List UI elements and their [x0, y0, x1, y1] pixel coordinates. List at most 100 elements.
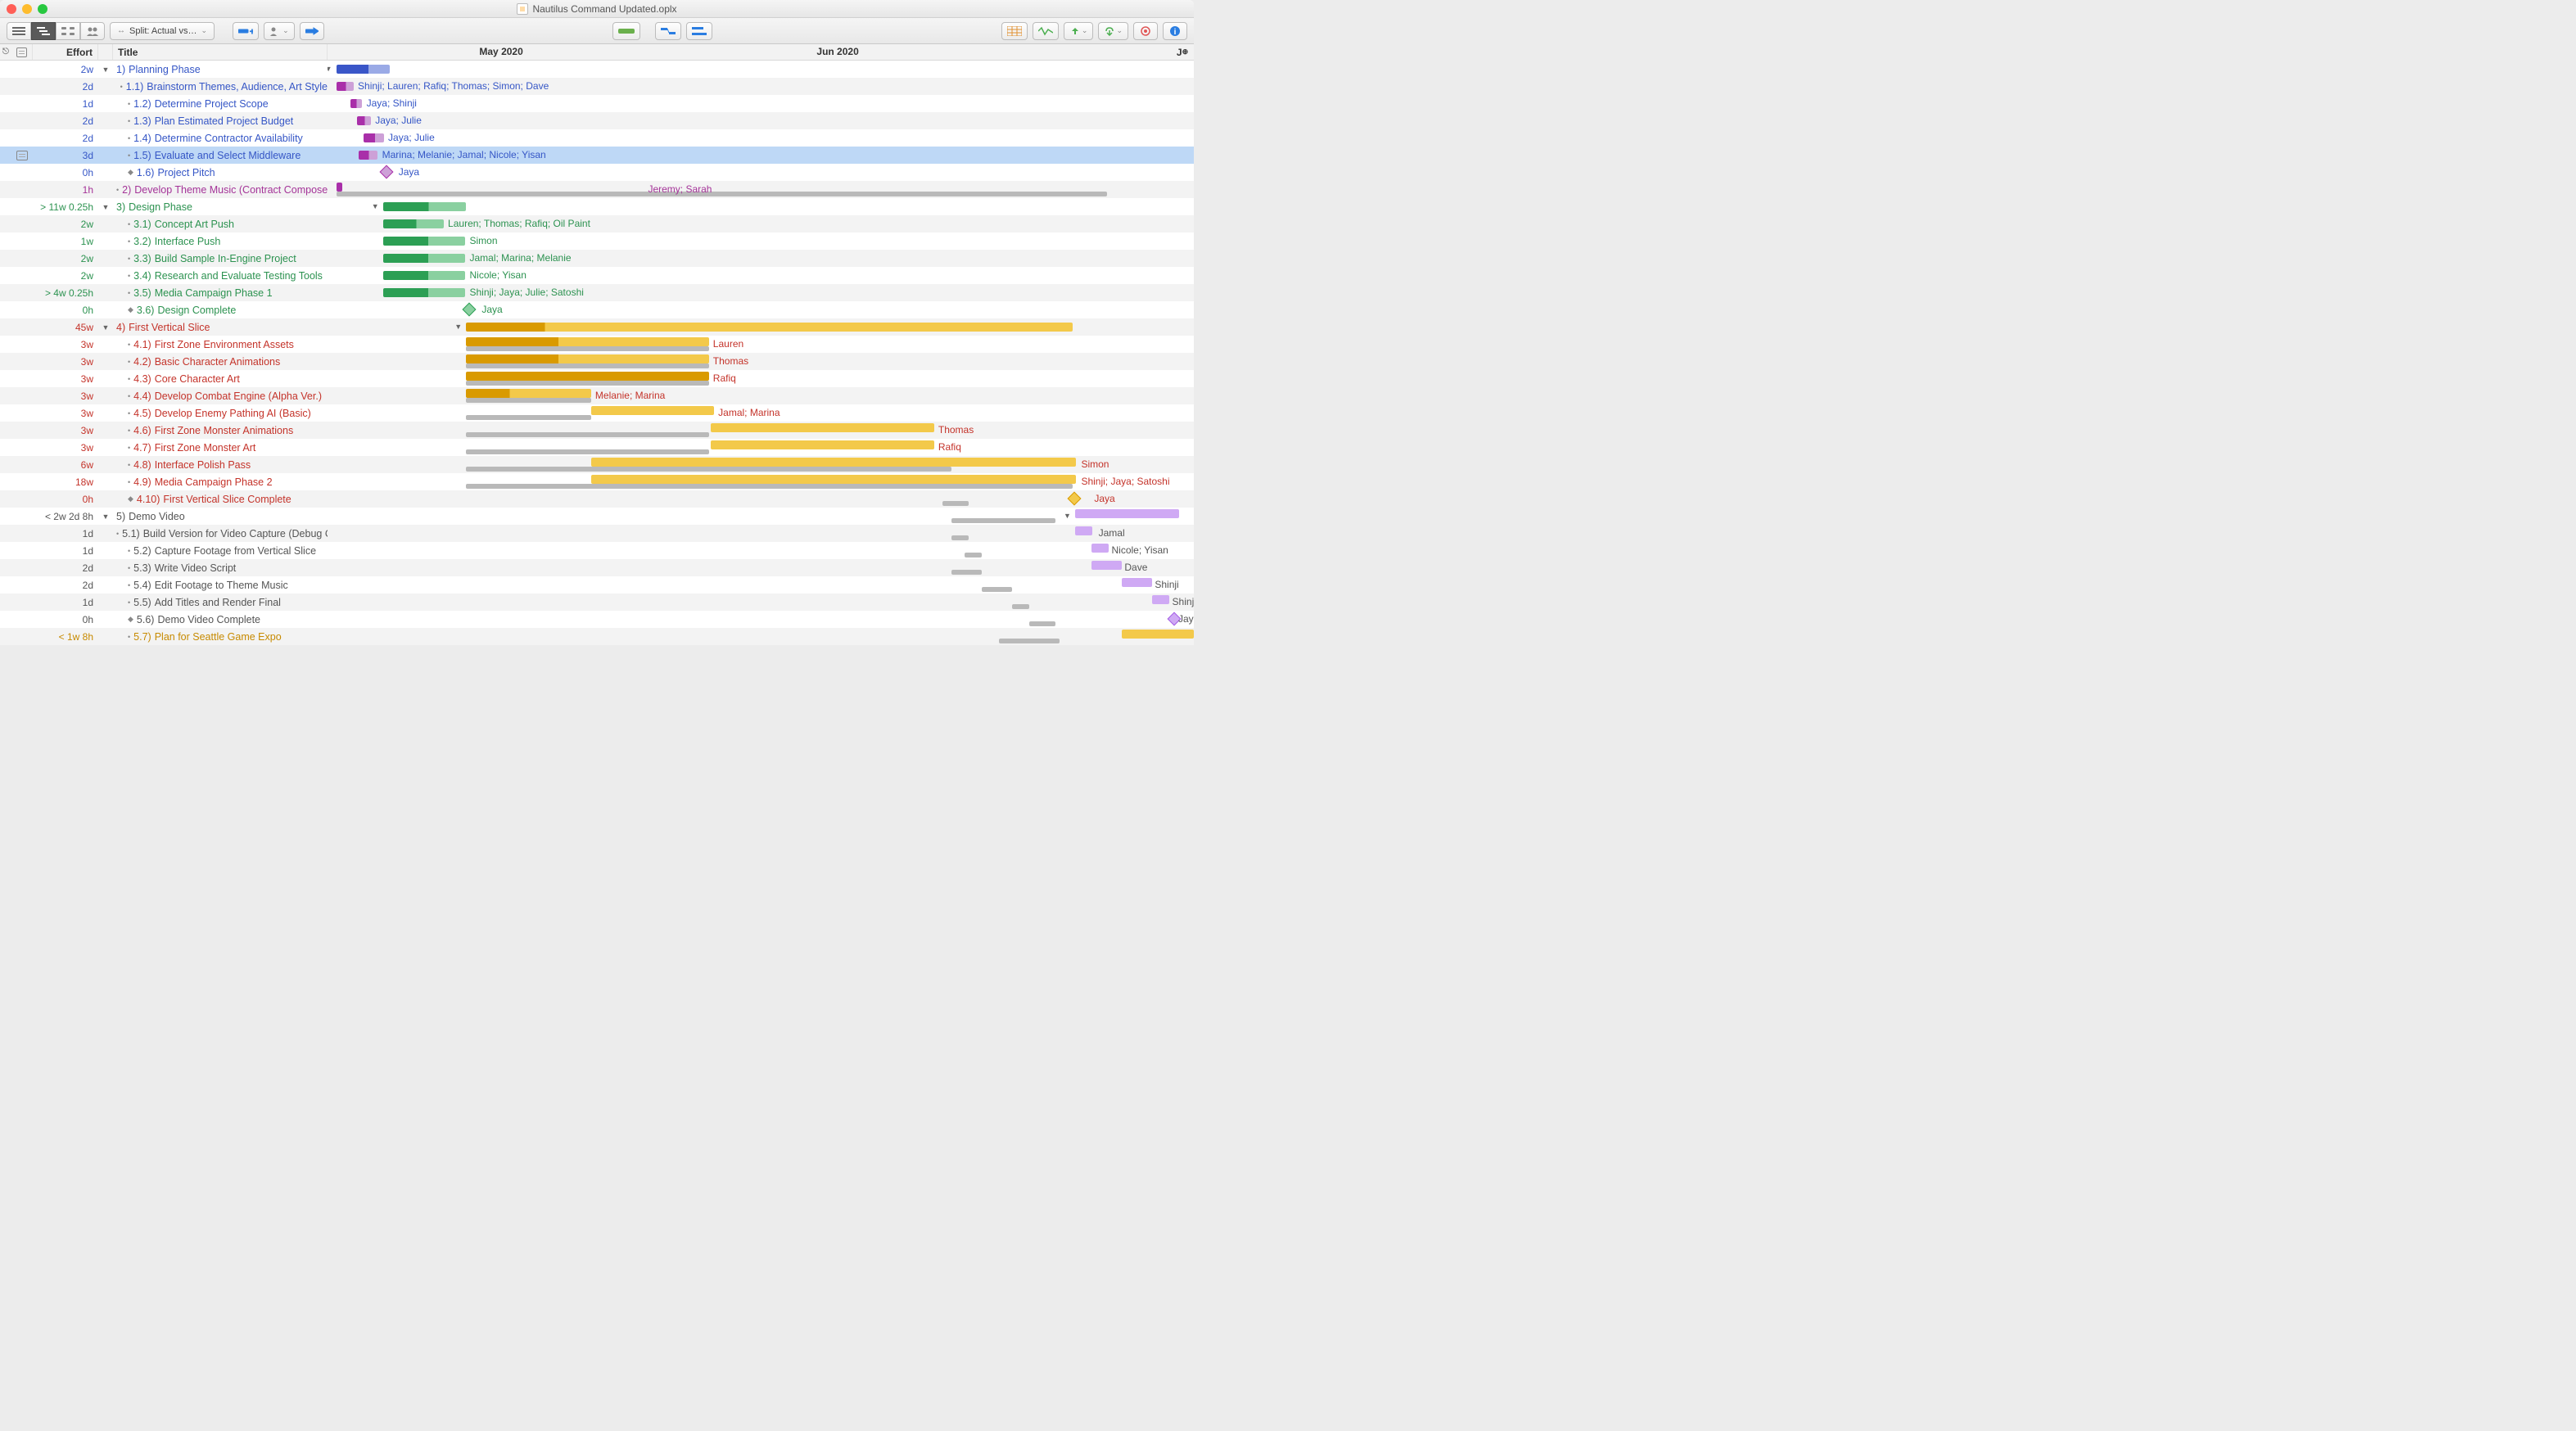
gantt-cell[interactable]: ▼	[328, 198, 1194, 215]
task-row[interactable]: 1h•2)Develop Theme Music (Contract Compo…	[0, 181, 1194, 198]
split-mode-button[interactable]: ↔ Split: Actual vs… ⌄	[110, 22, 215, 40]
add-resource-button[interactable]: ⌄	[264, 22, 295, 40]
group-row[interactable]: 2w▼1)Planning Phase▼	[0, 61, 1194, 78]
task-row[interactable]: 6w•4.8)Interface Polish PassSimon	[0, 456, 1194, 473]
gantt-disclosure-triangle[interactable]: ▼	[1064, 512, 1071, 520]
task-row[interactable]: 3w•4.5)Develop Enemy Pathing AI (Basic)J…	[0, 404, 1194, 422]
gantt-bar[interactable]	[383, 202, 467, 211]
gantt-cell[interactable]: Rafiq	[328, 370, 1194, 387]
note-icon[interactable]	[16, 151, 28, 160]
gantt-bar[interactable]	[1122, 578, 1152, 587]
gantt-cell[interactable]: Jeremy; Sarah	[328, 181, 1194, 198]
gantt-bar[interactable]	[364, 133, 383, 142]
effort-column-header[interactable]: Effort	[33, 44, 98, 60]
milestone-marker[interactable]	[1067, 492, 1081, 506]
gantt-bar[interactable]	[1122, 630, 1194, 639]
catchup-button[interactable]	[612, 22, 640, 40]
gantt-cell[interactable]: Simon	[328, 232, 1194, 250]
gantt-cell[interactable]: Jaya; Julie	[328, 112, 1194, 129]
gantt-bar[interactable]	[591, 406, 714, 415]
gantt-bar[interactable]	[591, 458, 1076, 467]
gantt-disclosure-triangle[interactable]: ▼	[328, 65, 332, 73]
gantt-cell[interactable]: Jaya	[328, 164, 1194, 181]
gantt-cell[interactable]: Jaya; Julie	[328, 129, 1194, 147]
gantt-bar[interactable]	[383, 219, 444, 228]
gantt-bar[interactable]	[466, 323, 1073, 332]
gantt-bar[interactable]	[466, 354, 708, 363]
gantt-cell[interactable]: Shinji	[328, 594, 1194, 611]
gantt-cell[interactable]: Nicole; Yisan	[328, 267, 1194, 284]
gantt-cell[interactable]: Dave	[328, 559, 1194, 576]
task-row[interactable]: 3w•4.6)First Zone Monster AnimationsThom…	[0, 422, 1194, 439]
gantt-disclosure-triangle[interactable]: ▼	[454, 323, 462, 331]
minimize-icon[interactable]	[22, 4, 32, 14]
view-list-button[interactable]	[7, 22, 31, 40]
gantt-bar[interactable]	[359, 151, 377, 160]
task-row[interactable]: 0h◆3.6)Design CompleteJaya	[0, 301, 1194, 318]
gantt-bar[interactable]	[711, 423, 934, 432]
task-row[interactable]: 3w•4.4)Develop Combat Engine (Alpha Ver.…	[0, 387, 1194, 404]
view-network-button[interactable]	[56, 22, 80, 40]
zoom-button[interactable]: J⊕	[1171, 44, 1194, 60]
gantt-cell[interactable]: Jaya	[328, 611, 1194, 628]
gantt-cell[interactable]: ▼	[328, 508, 1194, 525]
gantt-bar[interactable]	[1091, 561, 1122, 570]
gantt-bar[interactable]	[350, 99, 363, 108]
simulations-button[interactable]	[1033, 22, 1059, 40]
sync-down-button[interactable]: ⌄	[1098, 22, 1128, 40]
task-row[interactable]: 3w•4.3)Core Character ArtRafiq	[0, 370, 1194, 387]
gantt-bar[interactable]	[711, 440, 934, 449]
gantt-cell[interactable]: ▼	[328, 61, 1194, 78]
task-row[interactable]: > 4w 0.25h•3.5)Media Campaign Phase 1Shi…	[0, 284, 1194, 301]
gantt-cell[interactable]: Lauren; Thomas; Rafiq; Oil Paint	[328, 215, 1194, 232]
disclosure-triangle[interactable]: ▼	[98, 198, 113, 215]
gantt-bar[interactable]	[1152, 595, 1169, 604]
critical-path-button[interactable]	[1133, 22, 1158, 40]
gantt-cell[interactable]: Rafiq	[328, 439, 1194, 456]
gantt-cell[interactable]: Shinji; Lauren; Rafiq; Thomas; Simon; Da…	[328, 78, 1194, 95]
view-resources-button[interactable]	[80, 22, 105, 40]
gantt-cell[interactable]: Jaya; Shinji	[328, 95, 1194, 112]
gantt-bar[interactable]	[337, 183, 342, 192]
gantt-cell[interactable]: Shinji; Jaya; Satoshi	[328, 473, 1194, 490]
gantt-cell[interactable]: Shinji; Jaya; Julie; Satoshi	[328, 284, 1194, 301]
timeline-header[interactable]: May 2020Jun 2020	[328, 44, 1171, 60]
gantt-cell[interactable]: Jamal; Marina	[328, 404, 1194, 422]
task-row[interactable]: 2d•5.3)Write Video ScriptDave	[0, 559, 1194, 576]
gantt-cell[interactable]: Thomas	[328, 353, 1194, 370]
inspector-button[interactable]: i	[1163, 22, 1187, 40]
add-milestone-button[interactable]	[300, 22, 324, 40]
reschedule-button[interactable]	[655, 22, 681, 40]
task-row[interactable]: 2d•1.1)Brainstorm Themes, Audience, Art …	[0, 78, 1194, 95]
gantt-cell[interactable]: Jamal	[328, 525, 1194, 542]
gantt-cell[interactable]: Simon	[328, 456, 1194, 473]
disclosure-triangle[interactable]: ▼	[98, 318, 113, 336]
task-row[interactable]: 0h◆4.10)First Vertical Slice CompleteJay…	[0, 490, 1194, 508]
attachment-column-header[interactable]: ⎋	[0, 44, 11, 60]
gantt-cell[interactable]: Marina; Melanie; Jamal; Nicole; Yisan	[328, 147, 1194, 164]
disclosure-triangle[interactable]: ▼	[98, 508, 113, 525]
milestone-marker[interactable]	[379, 165, 393, 179]
gantt-bar[interactable]	[466, 389, 590, 398]
gantt-bar[interactable]	[591, 475, 1076, 484]
gantt-bar[interactable]	[466, 372, 708, 381]
task-row[interactable]: < 1w 8h•5.7)Plan for Seattle Game ExpoJa…	[0, 628, 1194, 645]
gantt-cell[interactable]: Nicole; Yisan	[328, 542, 1194, 559]
baseline-button[interactable]	[1001, 22, 1028, 40]
gantt-cell[interactable]: ▼	[328, 318, 1194, 336]
gantt-bar[interactable]	[1075, 509, 1179, 518]
gantt-bar[interactable]	[1075, 526, 1092, 535]
gantt-cell[interactable]: Jaya	[328, 301, 1194, 318]
publish-button[interactable]: ⌄	[1064, 22, 1094, 40]
gantt-bar[interactable]	[383, 288, 466, 297]
gantt-bar[interactable]	[466, 337, 708, 346]
zoom-icon[interactable]	[38, 4, 47, 14]
gantt-cell[interactable]: Lauren	[328, 336, 1194, 353]
gantt-cell[interactable]: Shinji	[328, 576, 1194, 594]
task-row[interactable]: 2w•3.4)Research and Evaluate Testing Too…	[0, 267, 1194, 284]
gantt-bar[interactable]	[383, 271, 466, 280]
view-gantt-button[interactable]	[31, 22, 56, 40]
task-row[interactable]: 18w•4.9)Media Campaign Phase 2Shinji; Ja…	[0, 473, 1194, 490]
gantt-cell[interactable]: Melanie; Marina	[328, 387, 1194, 404]
gantt-cell[interactable]: Jamal; Marina; Melanie	[328, 250, 1194, 267]
